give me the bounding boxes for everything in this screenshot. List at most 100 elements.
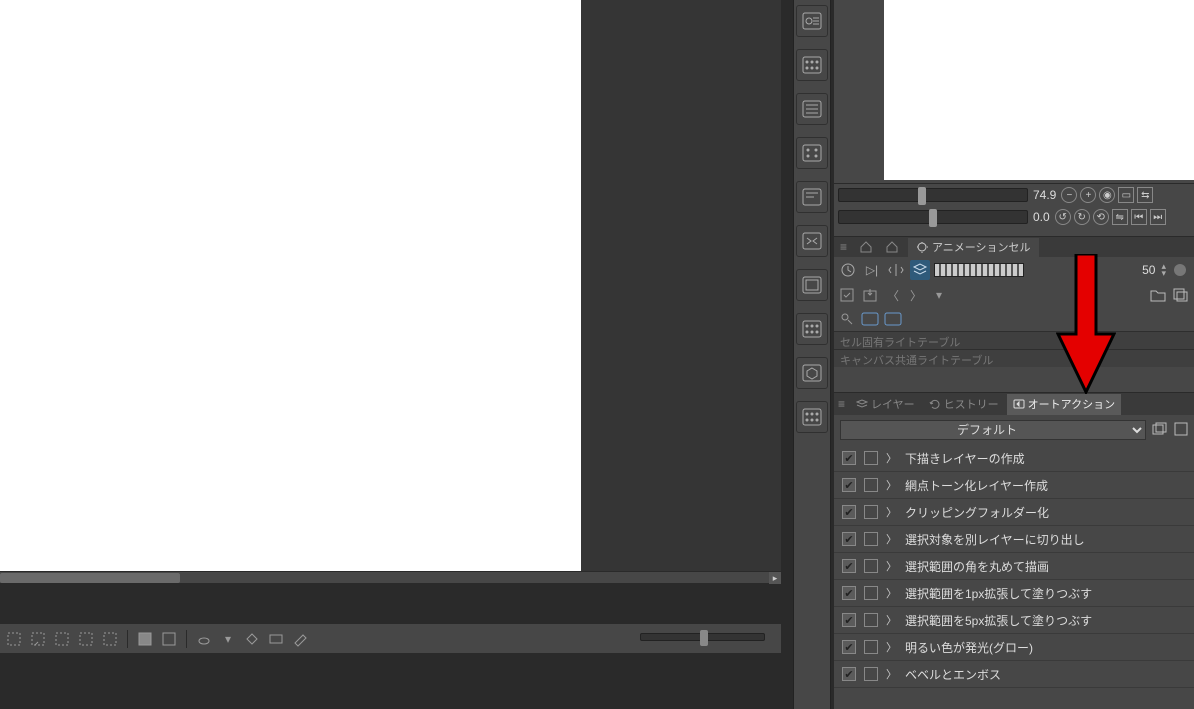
select-expand-icon[interactable] bbox=[76, 629, 96, 649]
dock-text-icon[interactable] bbox=[796, 181, 828, 213]
tone-icon[interactable] bbox=[266, 629, 286, 649]
dock-list-icon[interactable] bbox=[796, 93, 828, 125]
action-row[interactable]: 〉選択範囲を1px拡張して塗りつぶす bbox=[834, 580, 1194, 607]
action-row[interactable]: 〉選択範囲の角を丸めて描画 bbox=[834, 553, 1194, 580]
action-enabled-checkbox[interactable] bbox=[842, 613, 856, 627]
scrollbar-thumb[interactable] bbox=[0, 573, 180, 583]
lasso-icon[interactable] bbox=[194, 629, 214, 649]
search-user-icon[interactable] bbox=[838, 310, 856, 328]
zoom-slider[interactable] bbox=[838, 188, 1028, 202]
action-enabled-checkbox[interactable] bbox=[842, 478, 856, 492]
cel-a-icon[interactable] bbox=[861, 310, 879, 328]
action-row[interactable]: 〉網点トーン化レイヤー作成 bbox=[834, 472, 1194, 499]
rotate-cw-button[interactable]: ↻ bbox=[1074, 209, 1090, 225]
action-enabled-checkbox[interactable] bbox=[842, 586, 856, 600]
rotate-reset-button[interactable]: ⟲ bbox=[1093, 209, 1109, 225]
flip-h-button[interactable]: ⇋ bbox=[1112, 209, 1128, 225]
chevron-down-icon[interactable]: ▾ bbox=[930, 286, 948, 304]
panel-menu-icon[interactable]: ≡ bbox=[838, 397, 848, 411]
dock-grid1-icon[interactable] bbox=[796, 49, 828, 81]
select-invert-icon[interactable] bbox=[52, 629, 72, 649]
bucket-icon[interactable] bbox=[242, 629, 262, 649]
canvas[interactable] bbox=[0, 0, 581, 571]
action-record-checkbox[interactable] bbox=[864, 667, 878, 681]
zoom-swap-button[interactable]: ⇆ bbox=[1137, 187, 1153, 203]
fill-icon[interactable] bbox=[135, 629, 155, 649]
cel-b-icon[interactable] bbox=[884, 310, 902, 328]
action-record-checkbox[interactable] bbox=[864, 613, 878, 627]
color-blob-icon[interactable] bbox=[1170, 260, 1190, 280]
panel-menu-icon[interactable]: ≡ bbox=[840, 240, 850, 254]
dock-grid3-icon[interactable] bbox=[796, 401, 828, 433]
action-record-checkbox[interactable] bbox=[864, 478, 878, 492]
chevron-right-icon[interactable]: 〉 bbox=[886, 477, 897, 493]
register-cel-icon[interactable] bbox=[838, 286, 856, 304]
action-record-checkbox[interactable] bbox=[864, 532, 878, 546]
zoom-out-button[interactable]: − bbox=[1061, 187, 1077, 203]
chevron-right-icon[interactable]: 〉 bbox=[886, 450, 897, 466]
light-table-2[interactable]: キャンバス共通ライトテーブル bbox=[834, 349, 1194, 367]
preset-folder-icon[interactable] bbox=[1152, 422, 1168, 439]
action-row[interactable]: 〉下描きレイヤーの作成 bbox=[834, 445, 1194, 472]
action-enabled-checkbox[interactable] bbox=[842, 559, 856, 573]
home2-icon[interactable] bbox=[882, 237, 902, 257]
duplicate-icon[interactable] bbox=[1172, 286, 1190, 304]
action-record-checkbox[interactable] bbox=[864, 505, 878, 519]
dock-grid2-icon[interactable] bbox=[796, 313, 828, 345]
select-rect-icon[interactable] bbox=[4, 629, 24, 649]
action-enabled-checkbox[interactable] bbox=[842, 505, 856, 519]
media-next-button[interactable]: ⏭ bbox=[1150, 209, 1166, 225]
chevron-right-icon[interactable]: 〉 bbox=[886, 504, 897, 520]
clear-icon[interactable] bbox=[159, 629, 179, 649]
action-enabled-checkbox[interactable] bbox=[842, 667, 856, 681]
chevron-right-icon[interactable]: 〉 bbox=[886, 639, 897, 655]
action-row[interactable]: 〉ベベルとエンボス bbox=[834, 661, 1194, 688]
rotate-ccw-button[interactable]: ↺ bbox=[1055, 209, 1071, 225]
layers-icon[interactable] bbox=[910, 260, 930, 280]
action-row[interactable]: 〉明るい色が発光(グロー) bbox=[834, 634, 1194, 661]
horizontal-scrollbar[interactable]: ▸ bbox=[0, 571, 781, 583]
dock-dots-icon[interactable] bbox=[796, 137, 828, 169]
action-enabled-checkbox[interactable] bbox=[842, 532, 856, 546]
action-record-checkbox[interactable] bbox=[864, 451, 878, 465]
bottom-slider[interactable] bbox=[640, 625, 765, 649]
dock-swap-icon[interactable] bbox=[796, 225, 828, 257]
next-cel-icon[interactable]: 〉 bbox=[907, 286, 925, 304]
action-record-checkbox[interactable] bbox=[864, 640, 878, 654]
navigator-preview[interactable] bbox=[884, 0, 1194, 180]
opacity-stepper[interactable]: ▴▾ bbox=[1161, 263, 1166, 277]
dock-3d-icon[interactable] bbox=[796, 357, 828, 389]
action-enabled-checkbox[interactable] bbox=[842, 640, 856, 654]
prev-cel-icon[interactable]: 〈 bbox=[884, 286, 902, 304]
zoom-fit-button[interactable]: ◉ bbox=[1099, 187, 1115, 203]
chevron-right-icon[interactable]: 〉 bbox=[886, 666, 897, 682]
tab-layer[interactable]: レイヤー bbox=[850, 394, 921, 415]
zoom-in-button[interactable]: + bbox=[1080, 187, 1096, 203]
dock-panel-icon[interactable] bbox=[796, 269, 828, 301]
action-row[interactable]: 〉選択範囲を5px拡張して塗りつぶす bbox=[834, 607, 1194, 634]
home-icon[interactable] bbox=[856, 237, 876, 257]
action-record-checkbox[interactable] bbox=[864, 586, 878, 600]
action-record-checkbox[interactable] bbox=[864, 559, 878, 573]
action-row[interactable]: 〉選択対象を別レイヤーに切り出し bbox=[834, 526, 1194, 553]
tab-animation-cel[interactable]: アニメーションセル bbox=[908, 238, 1039, 257]
onion-clock-icon[interactable] bbox=[838, 260, 858, 280]
action-enabled-checkbox[interactable] bbox=[842, 451, 856, 465]
chevron-right-icon[interactable]: 〉 bbox=[886, 531, 897, 547]
select-float-icon[interactable] bbox=[28, 629, 48, 649]
preset-settings-icon[interactable] bbox=[1174, 422, 1188, 439]
scroll-right-icon[interactable]: ▸ bbox=[769, 572, 781, 584]
select-shrink-icon[interactable] bbox=[100, 629, 120, 649]
flip-icon[interactable] bbox=[886, 260, 906, 280]
tab-auto-action[interactable]: オートアクション bbox=[1007, 394, 1121, 415]
zoom-fit-screen-button[interactable]: ▭ bbox=[1118, 187, 1134, 203]
action-row[interactable]: 〉クリッピングフォルダー化 bbox=[834, 499, 1194, 526]
import-icon[interactable] bbox=[861, 286, 879, 304]
eraser-icon[interactable] bbox=[290, 629, 310, 649]
dock-character-icon[interactable] bbox=[796, 5, 828, 37]
chevron-right-icon[interactable]: 〉 bbox=[886, 612, 897, 628]
media-prev-button[interactable]: ⏮ bbox=[1131, 209, 1147, 225]
light-table-1[interactable]: セル固有ライトテーブル bbox=[834, 331, 1194, 349]
chevron-right-icon[interactable]: 〉 bbox=[886, 585, 897, 601]
chevron-down-icon[interactable]: ▾ bbox=[218, 629, 238, 649]
